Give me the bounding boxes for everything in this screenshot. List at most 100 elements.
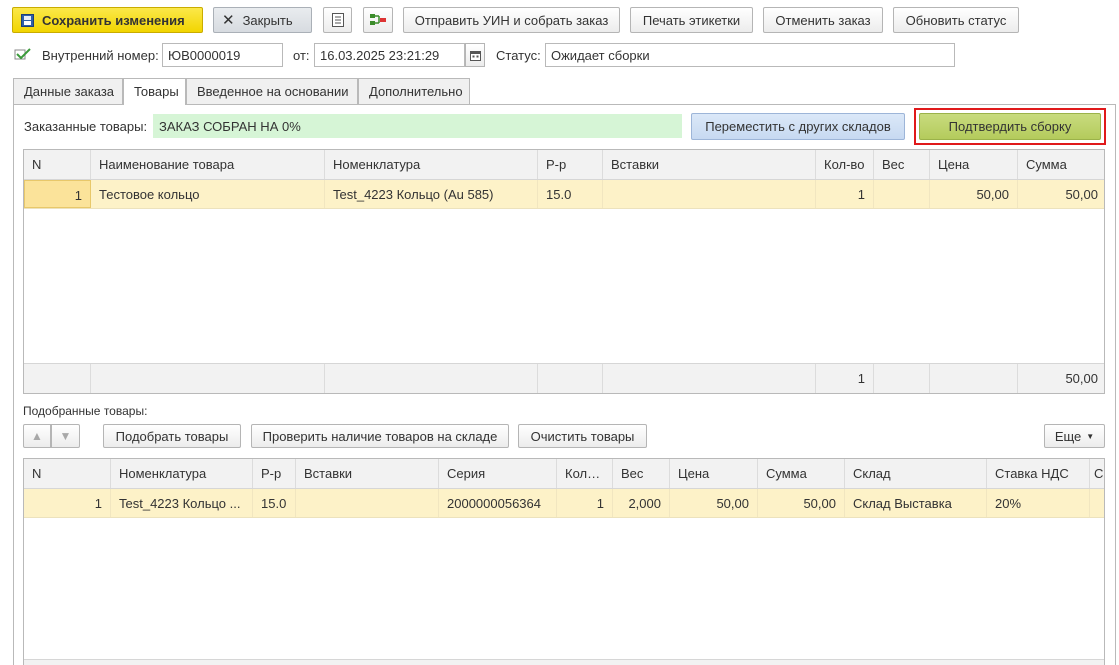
table-footer: 1 50,00 <box>24 363 1104 393</box>
column-header[interactable]: Вес <box>613 459 670 488</box>
tab-additional[interactable]: Дополнительно <box>358 78 470 104</box>
footer-cell <box>538 364 603 393</box>
column-header[interactable]: Вставки <box>296 459 439 488</box>
tab-order-data[interactable]: Данные заказа <box>13 78 123 104</box>
calendar-icon <box>469 50 481 61</box>
footer-cell <box>603 364 816 393</box>
column-header[interactable]: Р-р <box>538 150 603 179</box>
table-row[interactable]: 1 Test_4223 Кольцо ... 15.0 200000005636… <box>24 489 1104 518</box>
chevron-down-icon: ▼ <box>1086 431 1095 441</box>
sum[interactable]: 50,00 <box>758 489 845 517</box>
save-button[interactable]: Сохранить изменения <box>12 7 203 33</box>
row-number[interactable]: 1 <box>24 489 111 517</box>
clear-goods-button[interactable]: Очистить товары <box>518 424 647 448</box>
quantity[interactable]: 1 <box>816 180 874 208</box>
date-field[interactable]: 16.03.2025 23:21:29 <box>314 43 465 67</box>
price[interactable]: 50,00 <box>670 489 758 517</box>
tab-based-on[interactable]: Введенное на основании <box>186 78 358 104</box>
column-header[interactable]: Номенклатура <box>325 150 538 179</box>
column-header[interactable]: Серия <box>439 459 557 488</box>
confirm-assembly-button[interactable]: Подтвердить сборку <box>919 113 1101 140</box>
more-label: Еще <box>1054 428 1082 444</box>
calendar-button[interactable] <box>465 43 485 67</box>
inserts[interactable] <box>603 180 816 208</box>
check-stock-label: Проверить наличие товаров на складе <box>262 428 498 444</box>
refresh-status-label: Обновить статус <box>905 12 1007 28</box>
move-down-button[interactable]: ▼ <box>51 424 80 448</box>
picked-goods-table: N Номенклатура Р-р Вставки Серия Кол-во … <box>23 458 1105 665</box>
save-icon <box>21 13 34 27</box>
column-header[interactable]: Сумма <box>758 459 845 488</box>
column-header[interactable]: Склад <box>845 459 987 488</box>
internal-number-field[interactable]: ЮВ0000019 <box>162 43 283 67</box>
column-header[interactable]: Вес <box>874 150 930 179</box>
weight[interactable] <box>874 180 930 208</box>
order-progress-field: ЗАКАЗ СОБРАН НА 0% <box>153 114 682 138</box>
column-header[interactable]: Кол-во <box>816 150 874 179</box>
arrow-down-icon: ▼ <box>59 429 72 443</box>
warehouse[interactable]: Склад Выставка <box>845 489 987 517</box>
save-button-label: Сохранить изменения <box>42 12 185 28</box>
size[interactable]: 15.0 <box>253 489 296 517</box>
send-uin-button[interactable]: Отправить УИН и собрать заказ <box>403 7 620 33</box>
product-name[interactable]: Тестовое кольцо <box>91 180 325 208</box>
table-footer <box>24 659 1104 665</box>
column-header[interactable]: Кол-во <box>557 459 613 488</box>
refresh-status-button[interactable]: Обновить статус <box>893 7 1019 33</box>
row-number[interactable]: 1 <box>24 180 91 208</box>
price[interactable]: 50,00 <box>930 180 1018 208</box>
column-header[interactable]: Сумма <box>1018 150 1104 179</box>
status-label: Статус: <box>496 48 541 63</box>
pick-goods-label: Подобрать товары <box>115 428 229 444</box>
column-header[interactable]: Цена <box>670 459 758 488</box>
clear-goods-label: Очистить товары <box>530 428 635 444</box>
checkmark-icon <box>14 48 31 60</box>
document-icon-button[interactable] <box>323 7 352 33</box>
cancel-order-button[interactable]: Отменить заказ <box>763 7 883 33</box>
column-header[interactable]: С <box>1090 459 1104 488</box>
print-labels-button[interactable]: Печать этикетки <box>630 7 753 33</box>
more-button[interactable]: Еще ▼ <box>1044 424 1105 448</box>
internal-number-label: Внутренний номер: <box>42 48 159 63</box>
footer-cell <box>874 364 930 393</box>
footer-cell <box>325 364 538 393</box>
picked-goods-label: Подобранные товары: <box>23 404 148 418</box>
table-header: N Наименование товара Номенклатура Р-р В… <box>24 150 1104 180</box>
inserts[interactable] <box>296 489 439 517</box>
series[interactable]: 2000000056364 <box>439 489 557 517</box>
document-icon <box>331 13 344 27</box>
move-from-warehouses-button[interactable]: Переместить с других складов <box>691 113 905 140</box>
confirm-assembly-label: Подтвердить сборку <box>948 119 1072 134</box>
structure-icon-button[interactable] <box>363 7 393 33</box>
nomenclature[interactable]: Test_4223 Кольцо (Au 585) <box>325 180 538 208</box>
column-header[interactable]: Наименование товара <box>91 150 325 179</box>
quantity[interactable]: 1 <box>557 489 613 517</box>
vat-rate[interactable]: 20% <box>987 489 1090 517</box>
date-label: от: <box>293 48 310 63</box>
move-from-warehouses-label: Переместить с других складов <box>705 119 891 134</box>
nomenclature[interactable]: Test_4223 Кольцо ... <box>111 489 253 517</box>
column-header[interactable]: Вставки <box>603 150 816 179</box>
size[interactable]: 15.0 <box>538 180 603 208</box>
column-header[interactable]: N <box>24 459 111 488</box>
pick-goods-button[interactable]: Подобрать товары <box>103 424 241 448</box>
cancel-order-label: Отменить заказ <box>775 12 871 28</box>
arrow-up-icon: ▲ <box>31 429 43 443</box>
column-header[interactable]: Ставка НДС <box>987 459 1090 488</box>
column-header[interactable]: Номенклатура <box>111 459 253 488</box>
check-stock-button[interactable]: Проверить наличие товаров на складе <box>251 424 509 448</box>
move-up-button[interactable]: ▲ <box>23 424 51 448</box>
close-button[interactable]: ✕ Закрыть <box>213 7 312 33</box>
ordered-goods-table: N Наименование товара Номенклатура Р-р В… <box>23 149 1105 394</box>
table-row[interactable]: 1 Тестовое кольцо Test_4223 Кольцо (Au 5… <box>24 180 1104 209</box>
column-header[interactable]: Р-р <box>253 459 296 488</box>
sum[interactable]: 50,00 <box>1018 180 1104 208</box>
structure-icon <box>370 14 386 25</box>
send-uin-label: Отправить УИН и собрать заказ <box>414 12 609 28</box>
weight[interactable]: 2,000 <box>613 489 670 517</box>
total-quantity: 1 <box>816 364 874 393</box>
column-header[interactable]: Цена <box>930 150 1018 179</box>
tab-goods[interactable]: Товары <box>123 78 186 105</box>
extra-cell[interactable] <box>1090 489 1104 517</box>
column-header[interactable]: N <box>24 150 91 179</box>
